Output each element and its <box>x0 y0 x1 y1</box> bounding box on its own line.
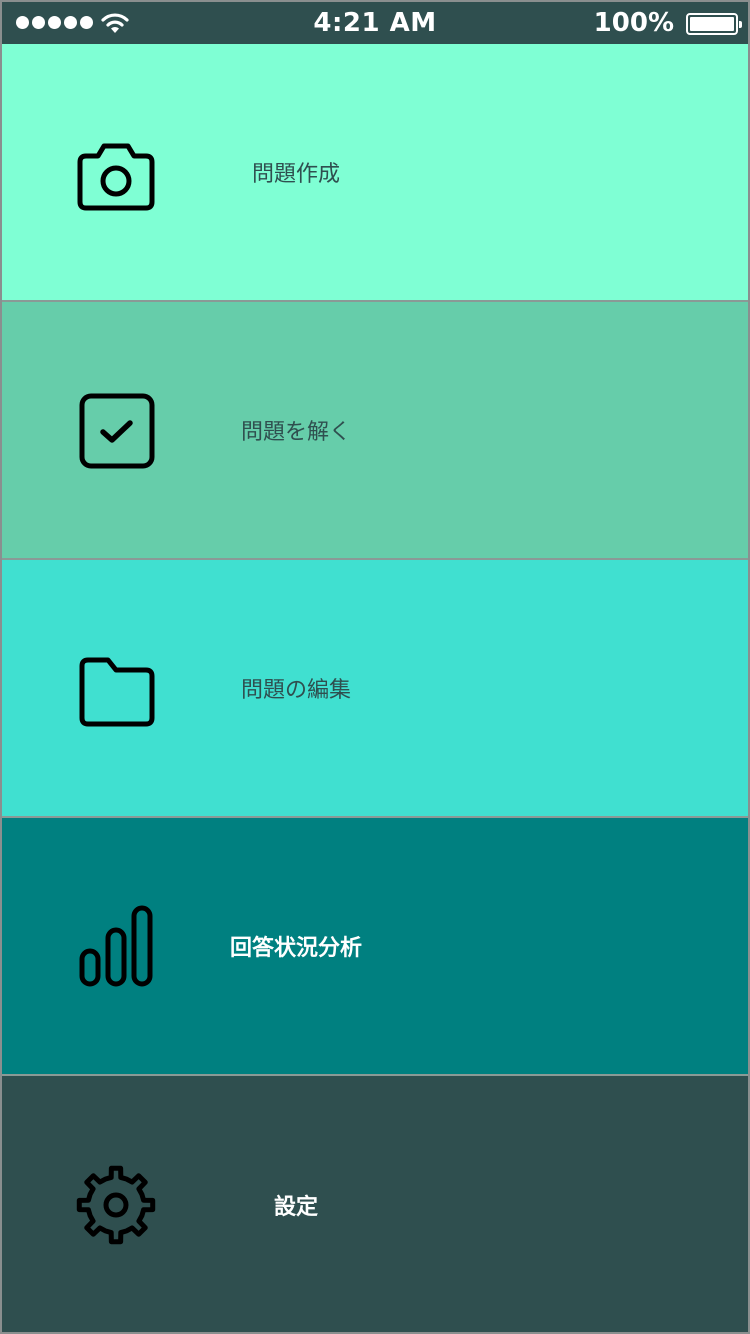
gear-icon <box>74 1163 158 1247</box>
menu-item-solve-question[interactable]: 問題を解く <box>2 302 748 560</box>
menu-item-edit-question[interactable]: 問題の編集 <box>2 560 748 818</box>
checkbox-icon <box>74 388 158 472</box>
menu-item-settings[interactable]: 設定 <box>2 1076 748 1332</box>
menu-item-label: 問題作成 <box>251 162 341 187</box>
menu-item-create-question[interactable]: 問題作成 <box>2 44 748 302</box>
menu-item-label: 設定 <box>273 1195 319 1220</box>
folder-icon <box>74 646 158 730</box>
bar-chart-icon <box>74 904 158 988</box>
menu-item-label: 問題を解く <box>240 420 352 445</box>
main-menu: 問題作成 問題を解く 問題の編集 回答状況分析 設定 <box>2 44 748 1332</box>
menu-item-answer-analysis[interactable]: 回答状況分析 <box>2 818 748 1076</box>
app-screen: 4:21 AM 100% 問題作成 問題を解く 問題の編集 回答状況分析 設定 <box>0 0 750 1334</box>
menu-item-label: 回答状況分析 <box>229 936 363 961</box>
battery-percentage: 100% <box>593 8 674 38</box>
battery-icon <box>686 13 742 35</box>
camera-icon <box>74 130 158 214</box>
status-bar: 4:21 AM 100% <box>2 2 748 44</box>
menu-item-label: 問題の編集 <box>240 678 352 703</box>
